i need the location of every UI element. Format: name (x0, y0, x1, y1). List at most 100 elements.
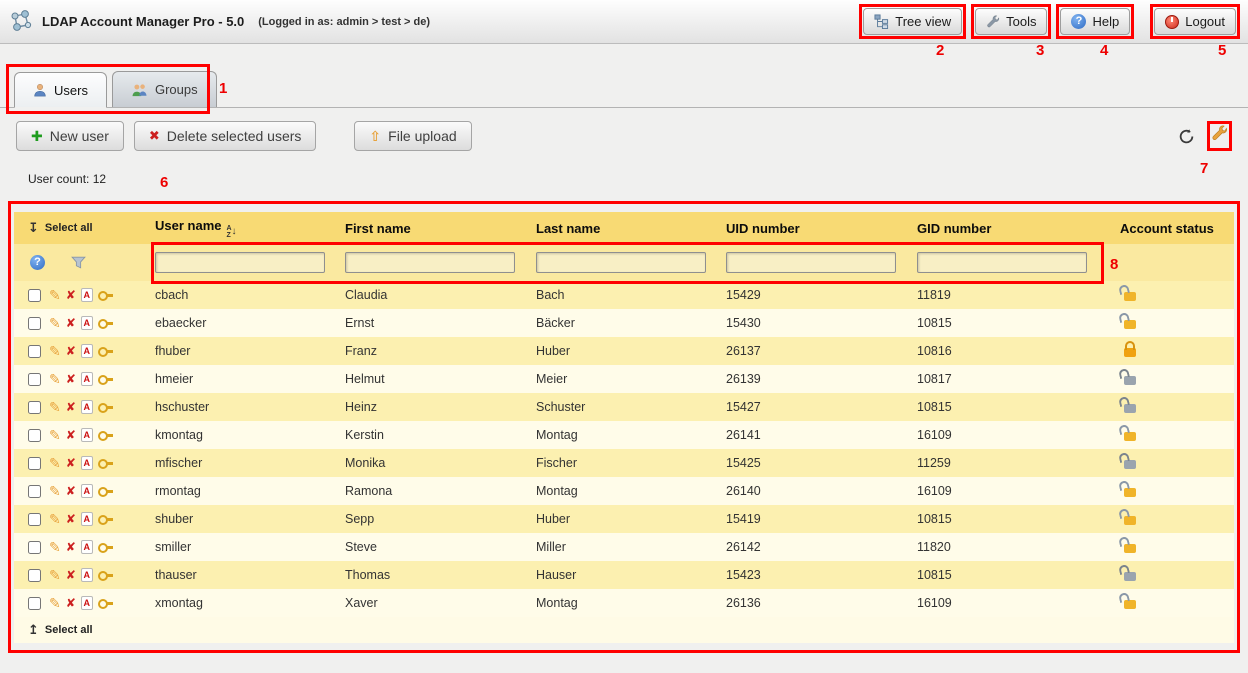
tab-groups[interactable]: Groups (112, 71, 217, 107)
column-header-first-name[interactable]: First name (345, 221, 536, 236)
tab-users[interactable]: Users (14, 72, 107, 108)
row-delete-icon[interactable]: ✘ (66, 372, 76, 386)
row-checkbox[interactable] (28, 373, 41, 386)
row-delete-icon[interactable]: ✘ (66, 484, 76, 498)
password-key-icon[interactable] (98, 403, 113, 411)
filter-input-uid-number[interactable] (726, 252, 896, 273)
username-cell: thauser (155, 568, 345, 582)
filter-input-gid-number[interactable] (917, 252, 1087, 273)
help-button[interactable]: ? Help (1060, 8, 1130, 35)
row-checkbox[interactable] (28, 485, 41, 498)
pdf-icon[interactable]: A (81, 456, 93, 470)
row-checkbox[interactable] (28, 345, 41, 358)
row-checkbox[interactable] (28, 401, 41, 414)
pdf-icon[interactable]: A (81, 428, 93, 442)
select-all-top[interactable]: ↧ Select all (14, 220, 155, 236)
logout-button[interactable]: Logout (1154, 8, 1236, 35)
row-delete-icon[interactable]: ✘ (66, 316, 76, 330)
edit-icon[interactable]: ✎ (49, 288, 61, 302)
account-status-icon (1124, 488, 1136, 497)
delete-selected-users-button[interactable]: ✖ Delete selected users (134, 121, 317, 151)
gid-cell: 10815 (917, 512, 1120, 526)
new-user-label: New user (50, 128, 109, 144)
pdf-icon[interactable]: A (81, 484, 93, 498)
filter-input-user-name[interactable] (155, 252, 325, 273)
firstname-cell: Xaver (345, 596, 536, 610)
column-header-user-name[interactable]: User nameAZ↓ (155, 218, 345, 239)
table-settings-button[interactable] (1211, 125, 1228, 142)
uid-cell: 15429 (726, 288, 917, 302)
edit-icon[interactable]: ✎ (49, 316, 61, 330)
pdf-icon[interactable]: A (81, 596, 93, 610)
tree-view-button[interactable]: Tree view (863, 8, 962, 35)
pdf-icon[interactable]: A (81, 372, 93, 386)
edit-icon[interactable]: ✎ (49, 456, 61, 470)
row-checkbox[interactable] (28, 513, 41, 526)
username-cell: hschuster (155, 400, 345, 414)
column-header-uid-number[interactable]: UID number (726, 221, 917, 236)
row-checkbox[interactable] (28, 429, 41, 442)
password-key-icon[interactable] (98, 599, 113, 607)
row-delete-icon[interactable]: ✘ (66, 568, 76, 582)
password-key-icon[interactable] (98, 459, 113, 467)
row-checkbox[interactable] (28, 289, 41, 302)
password-key-icon[interactable] (98, 347, 113, 355)
password-key-icon[interactable] (98, 375, 113, 383)
password-key-icon[interactable] (98, 571, 113, 579)
edit-icon[interactable]: ✎ (49, 512, 61, 526)
new-user-button[interactable]: ✚ New user (16, 121, 124, 151)
select-all-bottom[interactable]: ↥ Select all (14, 622, 155, 638)
table-footer-row: ↥ Select all (14, 617, 1234, 643)
refresh-button[interactable] (1178, 128, 1195, 145)
edit-icon[interactable]: ✎ (49, 428, 61, 442)
pdf-icon[interactable]: A (81, 288, 93, 302)
edit-icon[interactable]: ✎ (49, 596, 61, 610)
row-checkbox[interactable] (28, 541, 41, 554)
gid-cell: 10815 (917, 400, 1120, 414)
table-row: ✎ ✘ A ebaecker Ernst Bäcker 15430 10815 (14, 309, 1234, 337)
edit-icon[interactable]: ✎ (49, 372, 61, 386)
password-key-icon[interactable] (98, 291, 113, 299)
sort-icon[interactable]: AZ↓ (226, 225, 236, 239)
row-checkbox[interactable] (28, 317, 41, 330)
password-key-icon[interactable] (98, 319, 113, 327)
row-delete-icon[interactable]: ✘ (66, 512, 76, 526)
edit-icon[interactable]: ✎ (49, 344, 61, 358)
lastname-cell: Hauser (536, 568, 726, 582)
row-delete-icon[interactable]: ✘ (66, 428, 76, 442)
filter-input-first-name[interactable] (345, 252, 515, 273)
row-delete-icon[interactable]: ✘ (66, 344, 76, 358)
row-delete-icon[interactable]: ✘ (66, 596, 76, 610)
password-key-icon[interactable] (98, 515, 113, 523)
column-header-gid-number[interactable]: GID number (917, 221, 1120, 236)
column-header-last-name[interactable]: Last name (536, 221, 726, 236)
row-delete-icon[interactable]: ✘ (66, 456, 76, 470)
file-upload-button[interactable]: ⇧ File upload (354, 121, 471, 151)
filter-funnel-icon[interactable] (71, 256, 86, 269)
login-info: (Logged in as: admin > test > de) (258, 16, 430, 28)
row-checkbox[interactable] (28, 457, 41, 470)
account-status-icon (1124, 404, 1136, 413)
row-checkbox[interactable] (28, 597, 41, 610)
filter-input-last-name[interactable] (536, 252, 706, 273)
password-key-icon[interactable] (98, 487, 113, 495)
edit-icon[interactable]: ✎ (49, 568, 61, 582)
password-key-icon[interactable] (98, 543, 113, 551)
filter-help-icon[interactable]: ? (30, 255, 45, 270)
pdf-icon[interactable]: A (81, 540, 93, 554)
password-key-icon[interactable] (98, 431, 113, 439)
pdf-icon[interactable]: A (81, 512, 93, 526)
row-delete-icon[interactable]: ✘ (66, 288, 76, 302)
row-delete-icon[interactable]: ✘ (66, 400, 76, 414)
pdf-icon[interactable]: A (81, 568, 93, 582)
row-delete-icon[interactable]: ✘ (66, 540, 76, 554)
row-checkbox[interactable] (28, 569, 41, 582)
delete-selected-label: Delete selected users (167, 128, 302, 144)
edit-icon[interactable]: ✎ (49, 540, 61, 554)
edit-icon[interactable]: ✎ (49, 400, 61, 414)
pdf-icon[interactable]: A (81, 316, 93, 330)
tools-button[interactable]: Tools (975, 8, 1047, 35)
edit-icon[interactable]: ✎ (49, 484, 61, 498)
pdf-icon[interactable]: A (81, 400, 93, 414)
pdf-icon[interactable]: A (81, 344, 93, 358)
